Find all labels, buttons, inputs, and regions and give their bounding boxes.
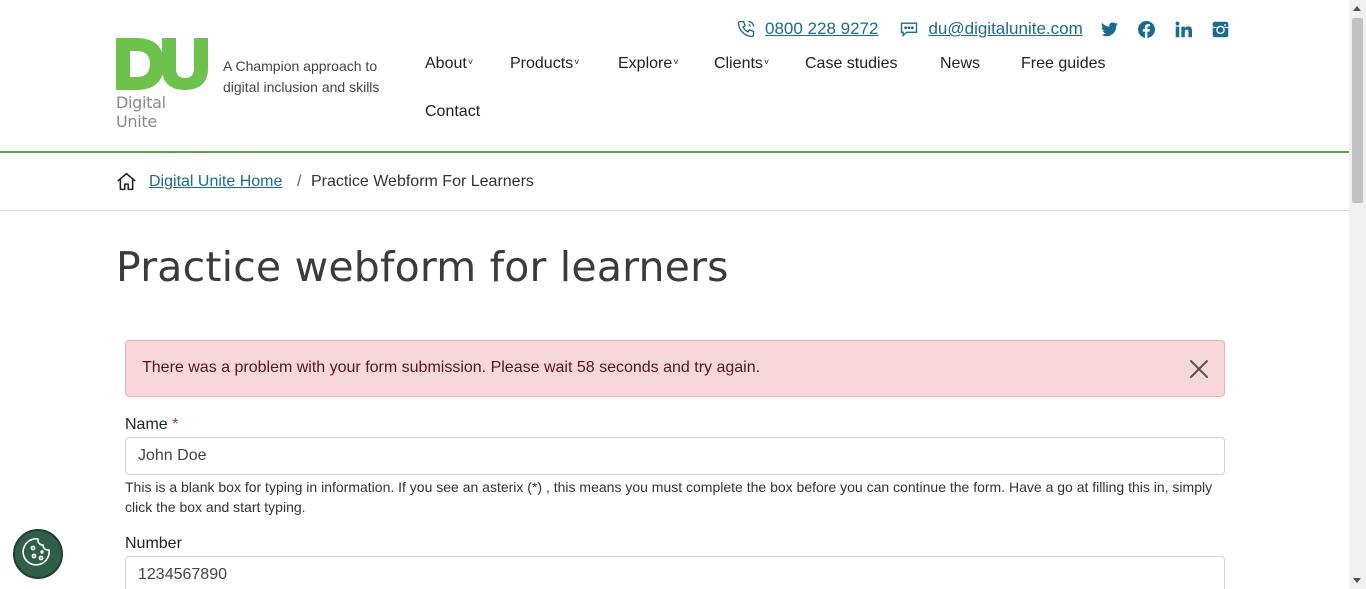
email-link[interactable]: du@digitalunite.com	[928, 19, 1082, 39]
close-icon[interactable]	[1188, 358, 1210, 380]
chat-icon	[898, 18, 920, 40]
chevron-down-icon: ˅	[467, 57, 474, 67]
alert-message: There was a problem with your form submi…	[142, 359, 761, 376]
phone-link[interactable]: 0800 228 9272	[765, 19, 878, 39]
breadcrumb: Digital Unite Home / Practice Webform Fo…	[0, 153, 1349, 211]
error-alert: There was a problem with your form submi…	[125, 340, 1225, 397]
instagram-icon[interactable]	[1211, 19, 1231, 39]
facebook-icon[interactable]	[1137, 19, 1157, 39]
number-input[interactable]	[125, 556, 1225, 589]
required-marker: *	[172, 416, 179, 433]
du-logo-mark	[116, 38, 208, 90]
scroll-down-arrow-icon[interactable]	[1353, 578, 1361, 583]
name-label: Name *	[125, 416, 178, 434]
digital-unite-logo[interactable]: Digital Unite	[116, 38, 208, 131]
logo-wordmark: Digital Unite	[116, 93, 166, 131]
nav-clients-label: Clients	[714, 55, 763, 72]
name-input[interactable]	[125, 437, 1225, 475]
nav-clients[interactable]: Clients˅	[714, 55, 769, 73]
breadcrumb-separator: /	[297, 173, 302, 190]
nav-free-guides[interactable]: Free guides	[1021, 55, 1106, 73]
tagline: A Champion approach to digital inclusion…	[223, 58, 380, 95]
nav-about[interactable]: About˅	[425, 55, 473, 73]
breadcrumb-current: Practice Webform For Learners	[311, 173, 534, 190]
site-header: Digital Unite A Champion approach to dig…	[0, 0, 1349, 153]
nav-products[interactable]: Products˅	[510, 55, 579, 73]
linkedin-icon[interactable]	[1174, 19, 1194, 39]
contact-bar: 0800 228 9272 du@digitalunite.com	[735, 17, 1231, 41]
nav-about-label: About	[425, 55, 467, 72]
name-help-text: This is a blank box for typing in inform…	[125, 479, 1213, 515]
chevron-down-icon: ˅	[673, 57, 679, 67]
twitter-icon[interactable]	[1100, 19, 1120, 39]
nav-explore[interactable]: Explore˅	[618, 55, 679, 73]
home-icon[interactable]	[116, 171, 137, 192]
nav-explore-label: Explore	[618, 55, 673, 72]
page-title: Practice webform for learners	[116, 243, 729, 291]
nav-products-label: Products	[510, 55, 574, 72]
chevron-down-icon: ˅	[574, 57, 580, 67]
nav-case-studies[interactable]: Case studies	[805, 55, 898, 73]
number-label: Number	[125, 535, 182, 552]
page-scrollbar[interactable]	[1349, 0, 1366, 589]
cookie-icon	[22, 536, 54, 573]
scroll-up-arrow-icon[interactable]	[1353, 6, 1361, 11]
breadcrumb-home-link[interactable]: Digital Unite Home	[149, 173, 282, 191]
cookie-settings-button[interactable]	[13, 529, 63, 579]
nav-contact[interactable]: Contact	[425, 103, 480, 121]
scroll-thumb[interactable]	[1352, 18, 1363, 203]
page: Digital Unite A Champion approach to dig…	[0, 0, 1349, 589]
chevron-down-icon: ˅	[763, 57, 770, 67]
name-label-text: Name	[125, 416, 168, 433]
phone-icon	[735, 18, 757, 40]
nav-news[interactable]: News	[940, 55, 980, 73]
